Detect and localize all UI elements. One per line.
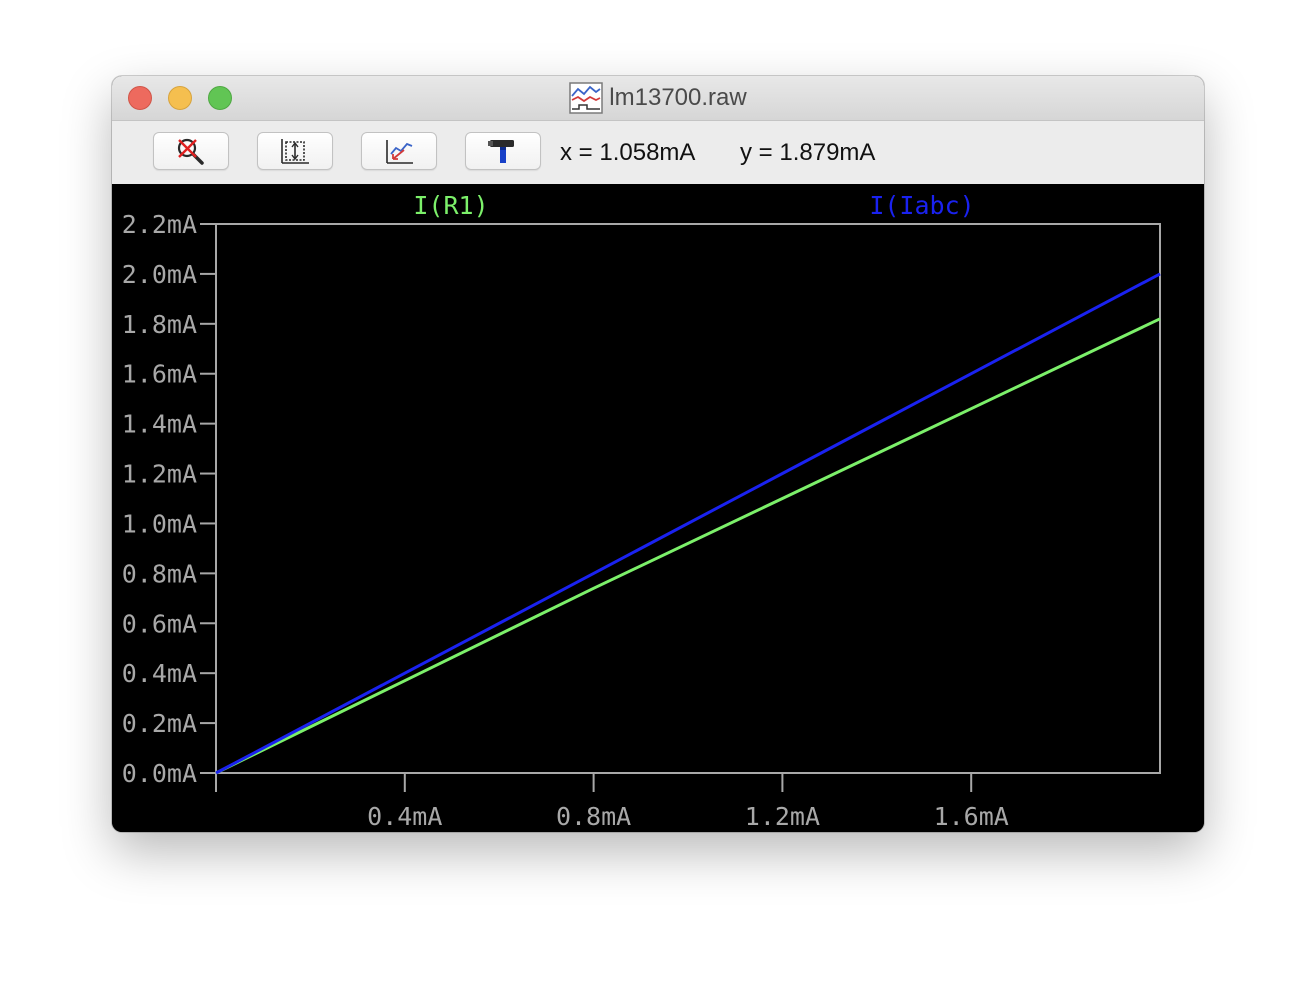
window-title-group: lm13700.raw [112, 76, 1204, 120]
series-line-1[interactable] [215, 272, 1161, 775]
y-tick-label: 1.2mA [122, 460, 197, 489]
zoom-cancel-button[interactable] [153, 132, 229, 170]
toolbar: x = 1.058mA y = 1.879mA [112, 121, 1204, 184]
legend-label-0[interactable]: I(R1) [413, 191, 488, 220]
title-bar[interactable]: lm13700.raw [112, 76, 1204, 121]
pan-button[interactable] [361, 132, 437, 170]
zoom-cancel-icon [177, 138, 204, 165]
plot-area[interactable]: 0.0mA 0.2mA 0.4mA 0.6mA 0.8mA 1.0mA 1.2mA 1.4mA… [112, 184, 1204, 832]
y-tick-label: 1.4mA [122, 410, 197, 439]
waveform-plot-icon [569, 82, 604, 114]
plot-frame [215, 223, 1161, 774]
x-tick-label: 1.6mA [934, 802, 1009, 831]
cursor-y-readout: y = 1.879mA [740, 139, 876, 166]
y-tick-label: 0.4mA [122, 659, 197, 688]
y-tick-label: 0.0mA [122, 759, 197, 788]
y-tick-label: 1.8mA [122, 310, 197, 339]
legend-label-1[interactable]: I(Iabc) [869, 191, 974, 220]
x-tick-label: 0.4mA [367, 802, 442, 831]
y-tick-label: 1.6mA [122, 360, 197, 389]
y-tick-label: 1.0mA [122, 509, 197, 538]
series-line-0[interactable] [215, 317, 1161, 775]
pan-icon [386, 140, 413, 164]
settings-hammer-icon [488, 140, 514, 163]
autorange-icon [281, 139, 309, 164]
x-tick-label: 0.8mA [556, 802, 631, 831]
window-title: lm13700.raw [609, 84, 747, 111]
cursor-x-readout: x = 1.058mA [560, 139, 696, 166]
y-tick-label: 0.2mA [122, 709, 197, 738]
y-tick-label: 2.0mA [122, 260, 197, 289]
y-tick-label: 2.2mA [122, 210, 197, 239]
y-tick-label: 0.8mA [122, 559, 197, 588]
settings-hammer-button[interactable] [465, 132, 541, 170]
y-tick-label: 0.6mA [122, 609, 197, 638]
waveform-chart[interactable]: 0.0mA 0.2mA 0.4mA 0.6mA 0.8mA 1.0mA 1.2mA 1.4mA… [112, 184, 1204, 832]
x-tick-label: 1.2mA [745, 802, 820, 831]
autorange-button[interactable] [257, 132, 333, 170]
waveform-viewer-window: lm13700.raw x = 1.058mA y = 1.879mA 0.0m… [112, 76, 1204, 832]
